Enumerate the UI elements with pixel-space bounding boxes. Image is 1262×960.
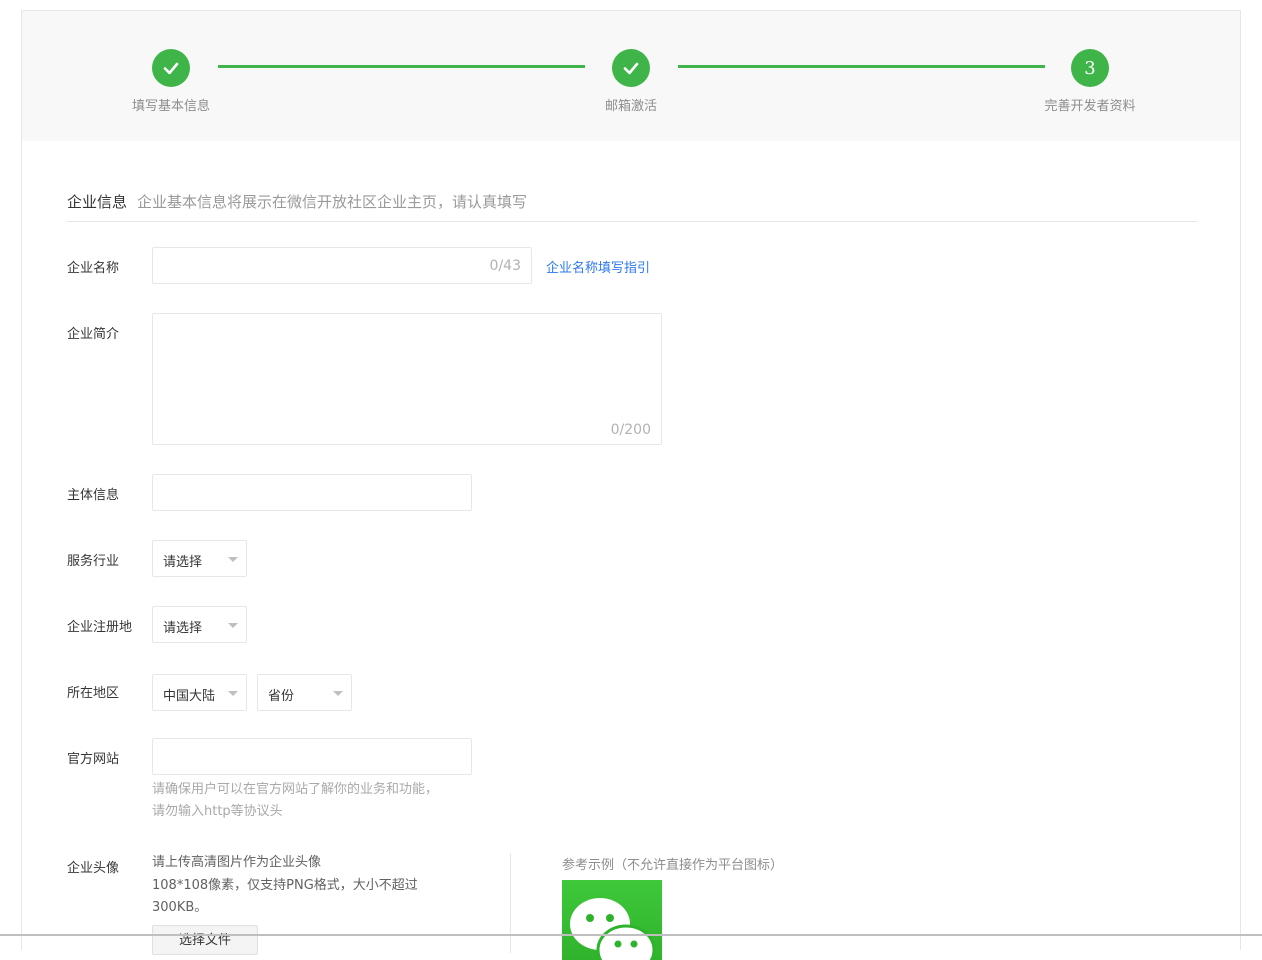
- step-3-number: 3: [1071, 49, 1109, 87]
- industry-select[interactable]: 请选择: [152, 540, 247, 577]
- avatar-desc-2: 108*108像素，仅支持PNG格式，大小不超过: [152, 878, 418, 893]
- company-intro-counter: 0/200: [610, 422, 651, 438]
- step-1-label: 填写基本信息: [131, 99, 211, 114]
- step-connector-2: [678, 65, 1045, 68]
- step-connector-1: [218, 65, 585, 68]
- company-intro-label: 企业简介: [67, 327, 120, 342]
- reg-place-select[interactable]: 请选择: [152, 606, 247, 643]
- country-selected-value: 中国大陆: [163, 689, 216, 704]
- example-label: 参考示例（不允许直接作为平台图标）: [562, 858, 784, 873]
- section-description: 企业基本信息将展示在微信开放社区企业主页，请认真填写: [137, 193, 528, 211]
- divider: [510, 853, 511, 953]
- step-2-check-icon: [612, 49, 650, 87]
- step-1-check-icon: [152, 49, 190, 87]
- step-3-label: 完善开发者资料: [1044, 99, 1136, 114]
- section-title: 企业信息: [67, 193, 128, 211]
- choose-file-button[interactable]: 选择文件: [152, 925, 258, 955]
- company-intro-textarea[interactable]: 0/200: [152, 313, 662, 445]
- website-hint-1: 请确保用户可以在官方网站了解你的业务和功能，: [152, 782, 439, 797]
- chevron-down-icon: [228, 623, 238, 628]
- website-hint-2: 请勿输入http等协议头: [152, 804, 283, 819]
- province-selected-value: 省份: [268, 689, 295, 704]
- company-name-input[interactable]: 0/43: [152, 247, 532, 284]
- website-input[interactable]: [152, 738, 472, 775]
- chevron-down-icon: [333, 691, 343, 696]
- industry-label: 服务行业: [67, 554, 120, 569]
- company-name-counter: 0/43: [489, 258, 521, 274]
- region-label: 所在地区: [67, 686, 120, 701]
- reg-place-label: 企业注册地: [67, 620, 133, 635]
- chevron-down-icon: [228, 691, 238, 696]
- country-select[interactable]: 中国大陆: [152, 674, 247, 711]
- province-select[interactable]: 省份: [257, 674, 352, 711]
- wechat-logo-icon: [562, 880, 662, 960]
- reg-place-selected-value: 请选择: [163, 621, 203, 636]
- website-label: 官方网站: [67, 752, 120, 767]
- chevron-down-icon: [228, 557, 238, 562]
- section-header: 企业信息 企业基本信息将展示在微信开放社区企业主页，请认真填写: [67, 191, 1197, 222]
- company-name-label: 企业名称: [67, 261, 120, 276]
- step-2-label: 邮箱激活: [604, 99, 658, 114]
- avatar-label: 企业头像: [67, 861, 120, 876]
- entity-info-label: 主体信息: [67, 488, 120, 503]
- entity-info-input[interactable]: [152, 474, 472, 511]
- avatar-desc-1: 请上传高清图片作为企业头像: [152, 855, 322, 870]
- step-progress: 3 填写基本信息 邮箱激活 完善开发者资料: [22, 11, 1240, 141]
- company-name-guide-link[interactable]: 企业名称填写指引: [546, 257, 650, 276]
- avatar-desc-3: 300KB。: [152, 900, 208, 915]
- register-card: 3 填写基本信息 邮箱激活 完善开发者资料 企业信息 企业基本信息将展示在微信开放…: [21, 10, 1241, 960]
- industry-selected-value: 请选择: [163, 555, 203, 570]
